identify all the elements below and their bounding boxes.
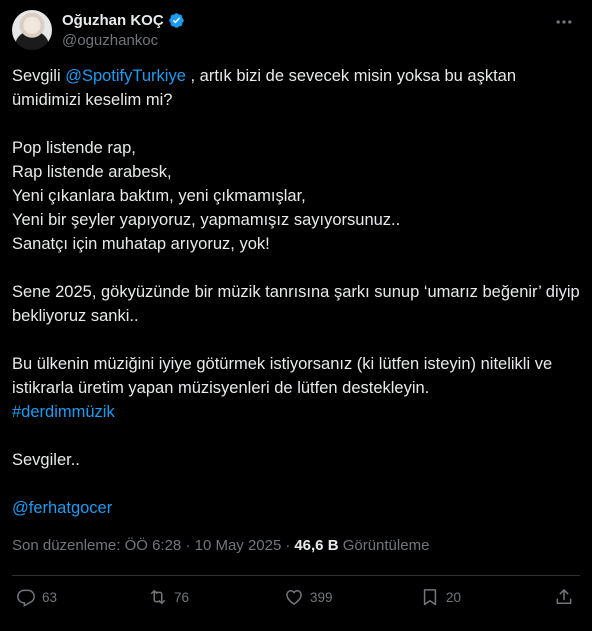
bookmark-count: 20 (446, 589, 462, 605)
views-label: Görüntüleme (342, 537, 430, 554)
tweet-line: Rap listende arabesk, (12, 163, 172, 181)
share-icon (556, 589, 572, 604)
like-icon (286, 590, 302, 605)
edited-timestamp[interactable]: Son düzenleme: ÖÖ 6:28 · 10 May 2025 (12, 537, 281, 554)
retweet-count: 76 (174, 589, 190, 605)
action-bar: 63 76 399 20 (12, 587, 580, 611)
display-name[interactable]: Oğuzhan KOÇ (62, 12, 164, 29)
hashtag-link[interactable]: #derdimmüzik (12, 400, 580, 424)
like-count: 399 (310, 589, 333, 605)
tweet-line: Yeni bir şeyler yapıyoruz, yapmamışız sa… (12, 211, 401, 229)
views-count: 46,6 B (294, 537, 339, 554)
tweet-text: Sevgili @SpotifyTurkiye , artık bizi de … (12, 64, 580, 520)
paragraph-text: Sevgili (12, 67, 66, 85)
avatar[interactable] (12, 10, 52, 50)
share-button[interactable] (554, 587, 574, 607)
more-icon[interactable] (554, 12, 574, 32)
bookmark-button[interactable]: 20 (420, 587, 461, 607)
tweet-paragraph-4: Bu ülkenin müziğini iyiye götürmek istiy… (12, 352, 580, 424)
tweet: Oğuzhan KOÇ @oguzhankoc Sevgili @Spotify… (0, 0, 592, 631)
paragraph-text: Bu ülkenin müziğini iyiye götürmek istiy… (12, 355, 553, 397)
tweet-line: Yeni çıkanlara baktım, yeni çıkmamışlar, (12, 187, 306, 205)
mention-link[interactable]: @ferhatgocer (12, 499, 112, 517)
tweet-paragraph-1: Sevgili @SpotifyTurkiye , artık bizi de … (12, 64, 580, 112)
reply-icon (17, 589, 35, 607)
tweet-paragraph-2: Pop listende rap, Rap listende arabesk, … (12, 136, 580, 256)
tweet-line: Sanatçı için muhatap arıyoruz, yok! (12, 235, 270, 253)
tweet-paragraph-5: Sevgiler.. (12, 451, 80, 469)
reply-button[interactable]: 63 (16, 587, 57, 607)
divider (12, 575, 580, 576)
tweet-paragraph-6: @ferhatgocer (12, 496, 580, 520)
tweet-header: Oğuzhan KOÇ @oguzhankoc (12, 10, 580, 50)
bookmark-icon (423, 589, 437, 606)
tweet-meta: Son düzenleme: ÖÖ 6:28 · 10 May 2025 · 46,… (12, 537, 429, 554)
meta-separator: · (285, 537, 291, 554)
display-name-row: Oğuzhan KOÇ (62, 11, 185, 30)
tweet-paragraph-3: Sene 2025, gökyüzünde bir müzik tanrısın… (12, 283, 580, 325)
verified-badge-icon (168, 12, 185, 29)
author-handle[interactable]: @oguzhankoc (62, 32, 185, 49)
retweet-button[interactable]: 76 (148, 587, 189, 607)
author-info: Oğuzhan KOÇ @oguzhankoc (62, 11, 185, 49)
mention-link[interactable]: @SpotifyTurkiye (65, 67, 186, 85)
reply-count: 63 (42, 589, 58, 605)
retweet-icon (151, 590, 165, 604)
like-button[interactable]: 399 (284, 587, 333, 607)
tweet-line: Pop listende rap, (12, 139, 136, 157)
